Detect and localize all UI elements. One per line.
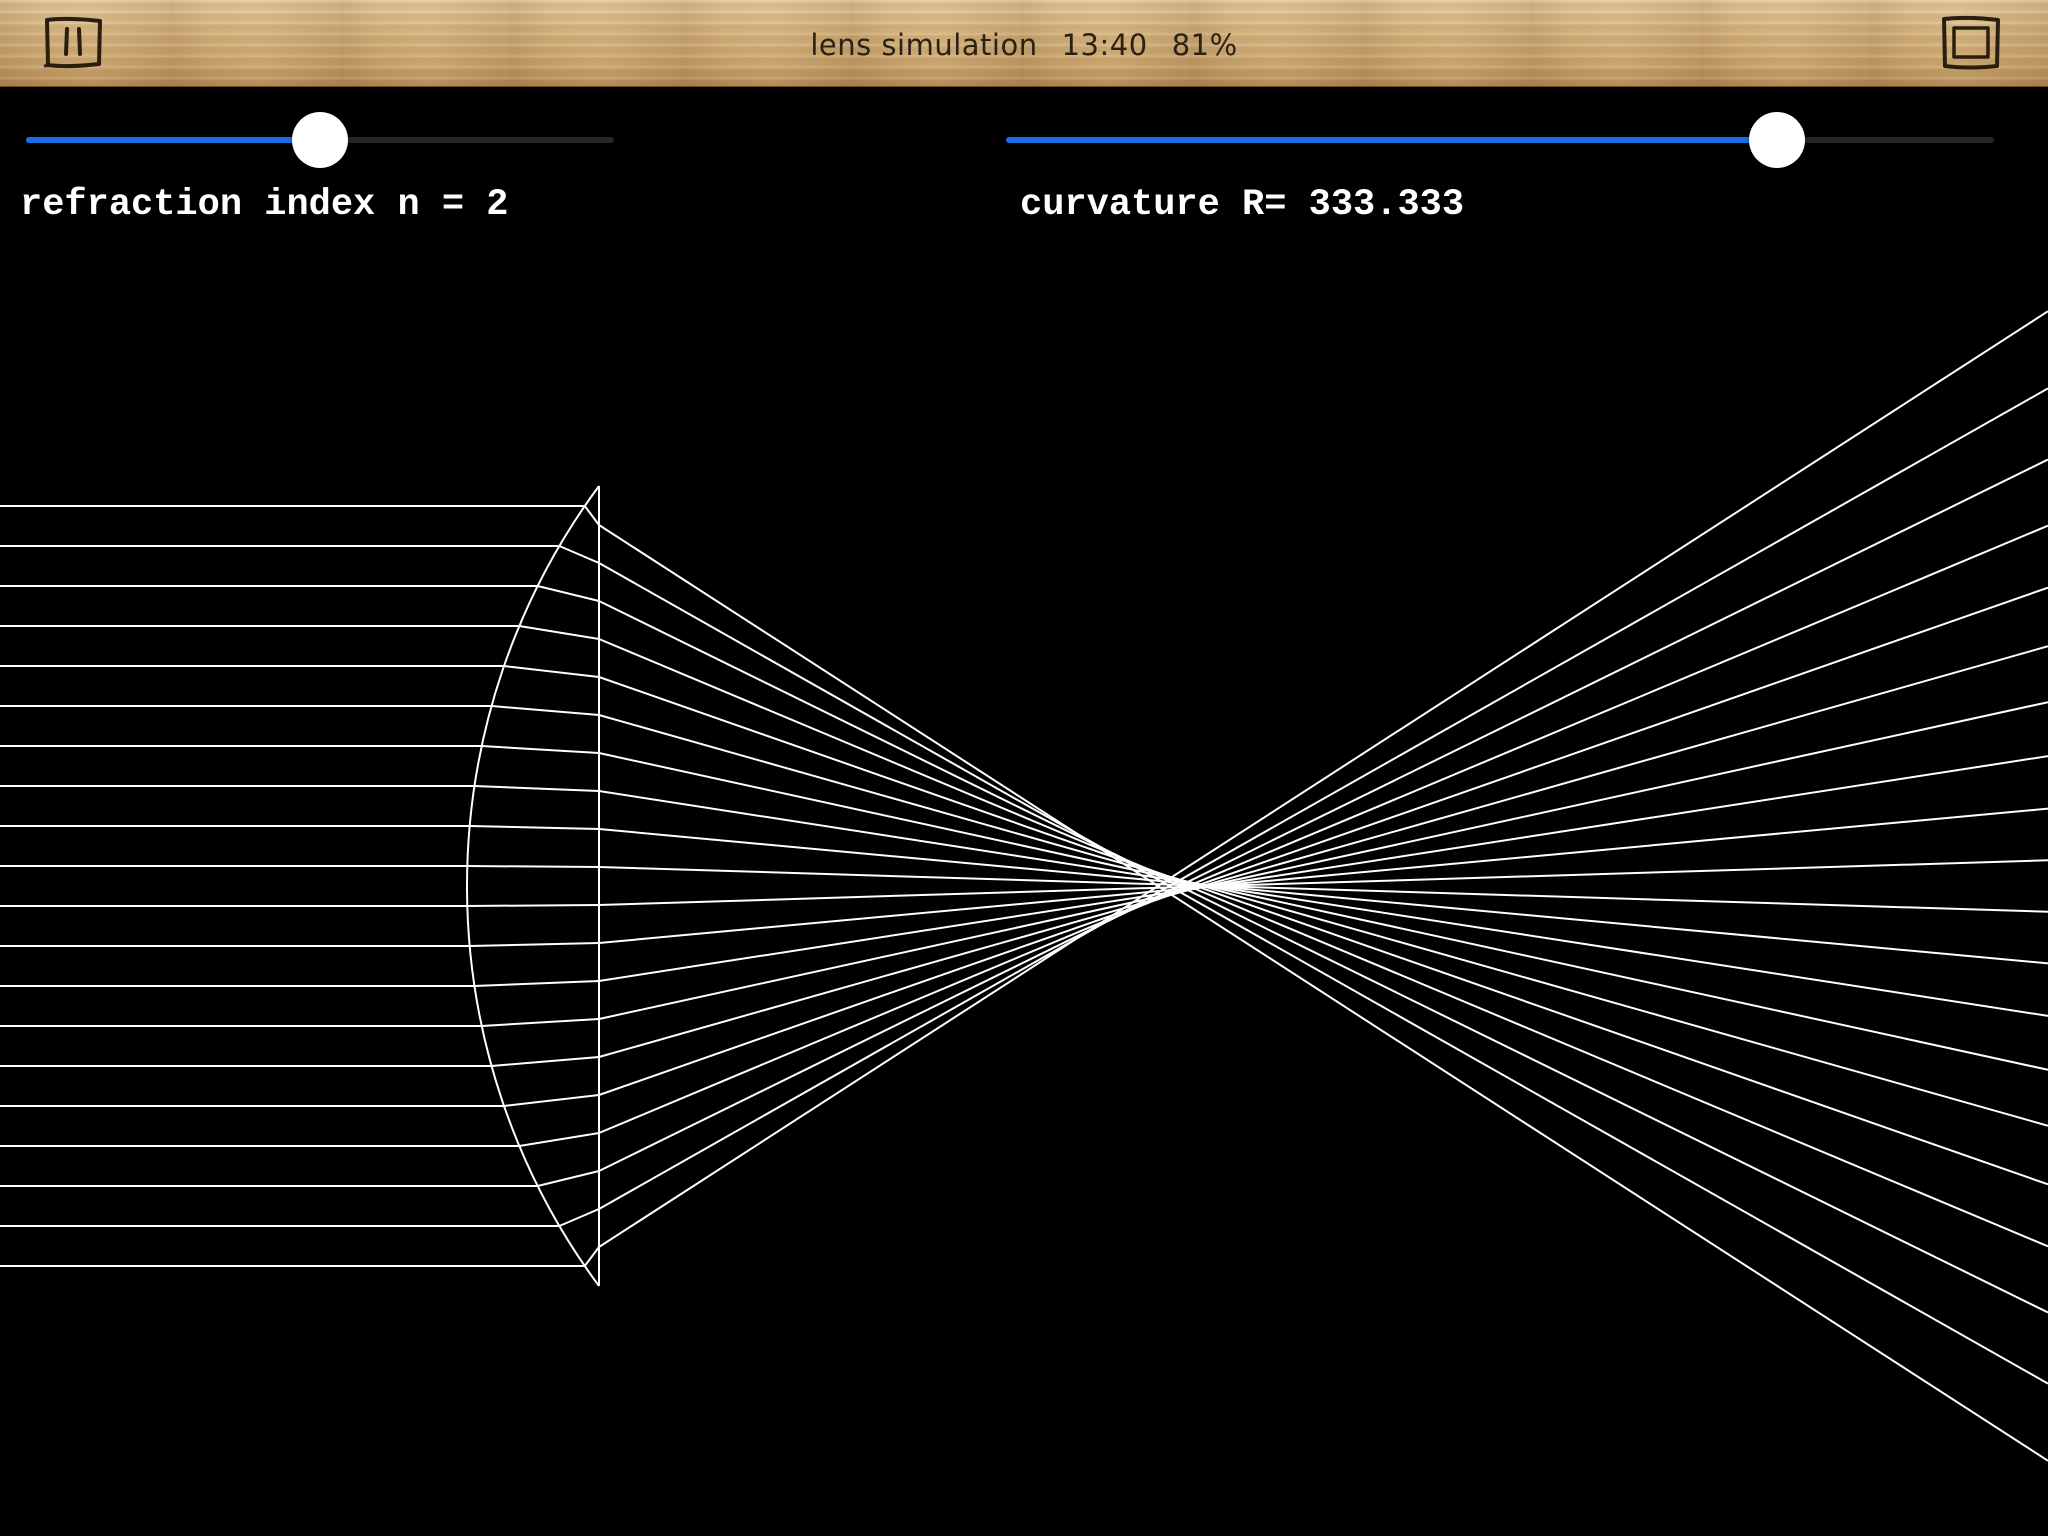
internal-ray [481, 745, 600, 754]
refracted-ray [598, 387, 2048, 1210]
internal-ray [481, 1018, 600, 1027]
internal-ray [558, 1208, 600, 1227]
internal-ray [491, 705, 600, 716]
clock-time: 13:40 [1061, 28, 1148, 62]
internal-ray [474, 785, 600, 792]
pause-button[interactable] [42, 14, 104, 72]
internal-ray [519, 1132, 600, 1147]
refracted-ray [598, 755, 2048, 982]
internal-ray [474, 980, 600, 987]
refracted-ray [598, 859, 2048, 906]
internal-ray [467, 865, 600, 868]
internal-ray [537, 1170, 600, 1187]
app-title: lens simulation [810, 28, 1038, 62]
internal-ray [583, 505, 600, 526]
internal-ray [519, 625, 600, 640]
internal-ray [583, 1246, 600, 1267]
refracted-ray [598, 752, 2048, 1071]
internal-ray [467, 904, 600, 907]
internal-ray [469, 942, 600, 947]
top-toolbar: lens simulation 13:40 81% [0, 0, 2048, 87]
lens-curved-surface [466, 485, 600, 1287]
refracted-ray [598, 790, 2048, 1017]
refracted-ray [598, 866, 2048, 913]
frame-button[interactable] [1940, 14, 2002, 72]
toolbar-title: lens simulation 13:40 81% [0, 0, 2048, 86]
internal-ray [469, 825, 600, 830]
internal-ray [491, 1056, 600, 1067]
refracted-ray [598, 562, 2048, 1385]
refracted-ray [598, 676, 2048, 1186]
internal-ray [503, 1094, 600, 1107]
refracted-ray [598, 586, 2048, 1096]
internal-ray [503, 665, 600, 678]
internal-ray [558, 545, 600, 564]
refracted-ray [598, 701, 2048, 1020]
refracted-ray [598, 524, 2048, 1462]
refracted-ray [598, 310, 2048, 1248]
frame-icon [1942, 15, 2000, 70]
internal-ray [537, 585, 600, 602]
ray-diagram-canvas [0, 310, 2048, 1462]
pause-icon [43, 16, 102, 69]
battery-level: 81% [1171, 28, 1238, 62]
